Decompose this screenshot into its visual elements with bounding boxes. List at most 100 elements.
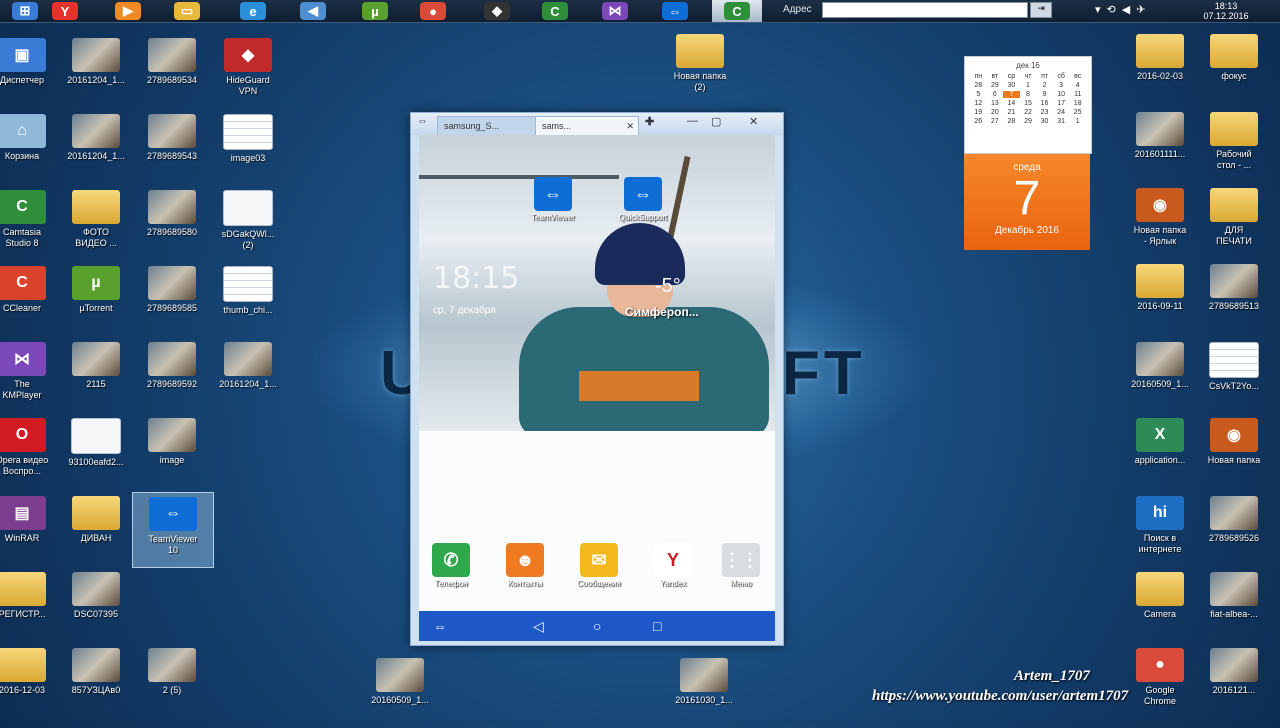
calendar-day[interactable]: 16 bbox=[1036, 100, 1053, 107]
desktop-icon[interactable]: thumb_chi... bbox=[208, 262, 288, 336]
phone-widget-teamviewer[interactable]: ⇔ TeamViewer bbox=[531, 177, 575, 222]
taskbar-button-hideguard[interactable]: ◆ bbox=[472, 0, 522, 22]
back-icon[interactable]: ◁ bbox=[533, 618, 544, 635]
taskbar-button-media[interactable]: ▶ bbox=[103, 0, 153, 22]
desktop-icon[interactable]: ◆ HideGuard VPN bbox=[208, 34, 288, 108]
phone-dock-app[interactable]: ☻ Контакты bbox=[503, 543, 547, 588]
desktop-icon[interactable]: ⇔ TeamViewer 10 bbox=[132, 492, 214, 568]
calendar-day[interactable]: 28 bbox=[970, 82, 987, 89]
taskbar-button-folder[interactable]: ▭ bbox=[162, 0, 212, 22]
calendar-gadget-month[interactable]: дек 16 пн вт ср чт пт сб вс 28 29 30 1 2 3 4 5 6 7 8 9 10 11… bbox=[964, 56, 1092, 154]
desktop-icon[interactable]: 201601111... bbox=[1120, 108, 1200, 182]
calendar-day[interactable]: 19 bbox=[970, 109, 987, 116]
home-icon[interactable]: ○ bbox=[593, 618, 601, 634]
taskbar-button-yandex-browser[interactable]: Y bbox=[40, 0, 90, 22]
calendar-day[interactable]: 9 bbox=[1036, 91, 1053, 98]
calendar-day[interactable]: 14 bbox=[1003, 100, 1020, 107]
desktop-icon[interactable]: 2789689526 bbox=[1194, 492, 1274, 566]
desktop-icon[interactable]: 2 (5) bbox=[132, 644, 212, 718]
calendar-day[interactable]: 28 bbox=[1003, 118, 1020, 125]
desktop-icon[interactable]: µ µTorrent bbox=[56, 262, 136, 336]
taskbar-button-camtasia-recorder[interactable]: C bbox=[712, 0, 762, 22]
calendar-day[interactable]: 1 bbox=[1069, 118, 1086, 125]
calendar-day[interactable]: 4 bbox=[1069, 82, 1086, 89]
address-go-button[interactable]: ⇥ bbox=[1030, 2, 1052, 18]
desktop-icon[interactable]: image bbox=[132, 414, 212, 488]
calendar-day[interactable]: 22 bbox=[1020, 109, 1037, 116]
calendar-day[interactable]: 18 bbox=[1069, 100, 1086, 107]
desktop-icon[interactable]: 20161204_1... bbox=[56, 34, 136, 108]
taskbar-button-utorrent[interactable]: µ bbox=[350, 0, 400, 22]
calendar-day[interactable]: 10 bbox=[1053, 91, 1070, 98]
desktop-icon[interactable]: fiat-albea-... bbox=[1194, 568, 1274, 642]
taskbar-button-chrome[interactable]: ● bbox=[408, 0, 458, 22]
clock[interactable]: 18:13 07.12.2016 bbox=[1196, 1, 1256, 21]
desktop-icon[interactable]: 2789689585 bbox=[132, 262, 212, 336]
phone-dock-app[interactable]: ✆ Телефон bbox=[429, 543, 473, 588]
desktop-icon[interactable]: ДИВАН bbox=[56, 492, 136, 566]
desktop-icon[interactable]: ▤ WinRAR bbox=[0, 492, 62, 566]
calendar-day[interactable]: 31 bbox=[1053, 118, 1070, 125]
calendar-day[interactable]: 3 bbox=[1053, 82, 1070, 89]
desktop-icon[interactable]: 2789689543 bbox=[132, 110, 212, 184]
desktop-icon[interactable]: 20161030_1... bbox=[664, 654, 744, 728]
calendar-day[interactable]: 29 bbox=[987, 82, 1004, 89]
desktop-icon[interactable]: Camera bbox=[1120, 568, 1200, 642]
close-window-icon[interactable]: ✕ bbox=[749, 115, 758, 128]
desktop-icon[interactable]: 2789689534 bbox=[132, 34, 212, 108]
taskbar-button-internet-explorer[interactable]: e bbox=[228, 0, 278, 22]
desktop-icon[interactable]: ⌂ Корзина bbox=[0, 110, 62, 184]
calendar-day[interactable]: 30 bbox=[1003, 82, 1020, 89]
desktop-icon[interactable]: hi Поиск в интернете bbox=[1120, 492, 1200, 566]
calendar-day[interactable]: 11 bbox=[1069, 91, 1086, 98]
desktop-icon[interactable]: 2789689592 bbox=[132, 338, 212, 412]
system-tray[interactable]: ▾⟲◀✈ bbox=[1095, 3, 1151, 16]
taskbar-button-camtasia[interactable]: C bbox=[530, 0, 580, 22]
desktop-icon[interactable]: ● Google Chrome bbox=[1120, 644, 1200, 718]
desktop-icon[interactable]: 2789689513 bbox=[1194, 260, 1274, 334]
calendar-day[interactable]: 24 bbox=[1053, 109, 1070, 116]
calendar-day[interactable]: 26 bbox=[970, 118, 987, 125]
calendar-day[interactable]: 30 bbox=[1036, 118, 1053, 125]
desktop-icon[interactable]: 20160509_1... bbox=[360, 654, 440, 728]
add-tab-icon[interactable]: ✚ bbox=[645, 115, 654, 128]
desktop-icon[interactable]: РЕГИСТР... bbox=[0, 568, 62, 642]
desktop-icon[interactable]: CsVkT2Yo... bbox=[1194, 338, 1274, 412]
taskbar-button-player[interactable]: ⋈ bbox=[590, 0, 640, 22]
desktop-icon[interactable]: ФОТО ВИДЕО ... bbox=[56, 186, 136, 260]
desktop-icon[interactable]: 2789689580 bbox=[132, 186, 212, 260]
calendar-day[interactable]: 13 bbox=[987, 100, 1004, 107]
desktop-icon[interactable]: Xapplication... bbox=[1120, 414, 1200, 488]
phone-widget-quicksupport[interactable]: ⇔ QuickSupport bbox=[619, 177, 667, 222]
teamviewer-menu-icon[interactable]: ⇔ bbox=[433, 618, 447, 634]
calendar-day[interactable]: 15 bbox=[1020, 100, 1037, 107]
desktop-icon[interactable]: ▣ Диспетчер bbox=[0, 34, 62, 108]
calendar-day[interactable]: 5 bbox=[970, 91, 987, 98]
desktop-icon[interactable]: image03 bbox=[208, 110, 288, 184]
desktop-icon[interactable]: 2115 bbox=[56, 338, 136, 412]
desktop-icon[interactable]: 857УЗЦАв0 bbox=[56, 644, 136, 718]
taskbar-button-teamviewer[interactable]: ⇔ bbox=[650, 0, 700, 22]
phone-dock-app[interactable]: ⋮⋮ Меню bbox=[719, 543, 763, 588]
calendar-day[interactable]: 23 bbox=[1036, 109, 1053, 116]
calendar-day[interactable]: 29 bbox=[1020, 118, 1037, 125]
calendar-day[interactable]: 27 bbox=[987, 118, 1004, 125]
calendar-day[interactable]: 21 bbox=[1003, 109, 1020, 116]
maximize-icon[interactable]: ▢ bbox=[711, 115, 721, 128]
taskbar-button-speaker[interactable]: ◀ bbox=[288, 0, 338, 22]
calendar-day[interactable]: 20 bbox=[987, 109, 1004, 116]
address-input[interactable] bbox=[822, 2, 1028, 18]
desktop-icon[interactable]: 2016-12-03 bbox=[0, 644, 62, 718]
desktop-icon[interactable]: 20161204_1... bbox=[208, 338, 288, 412]
tab-session-2[interactable]: sams... ✕ bbox=[535, 116, 639, 135]
calendar-day[interactable]: 25 bbox=[1069, 109, 1086, 116]
desktop-icon[interactable]: ◉ Новая папка bbox=[1194, 414, 1274, 488]
desktop-icon[interactable]: sDGakQWl... (2) bbox=[208, 186, 288, 260]
desktop-icon[interactable]: 2016-02-03 bbox=[1120, 30, 1200, 104]
calendar-day[interactable]: 7 bbox=[1003, 91, 1020, 98]
calendar-day[interactable]: 8 bbox=[1020, 91, 1037, 98]
desktop-icon[interactable]: 20160509_1... bbox=[1120, 338, 1200, 412]
calendar-day[interactable]: 2 bbox=[1036, 82, 1053, 89]
desktop-icon[interactable]: Рабочий стол - ... bbox=[1194, 108, 1274, 182]
desktop-icon[interactable]: C Camtasia Studio 8 bbox=[0, 186, 62, 260]
